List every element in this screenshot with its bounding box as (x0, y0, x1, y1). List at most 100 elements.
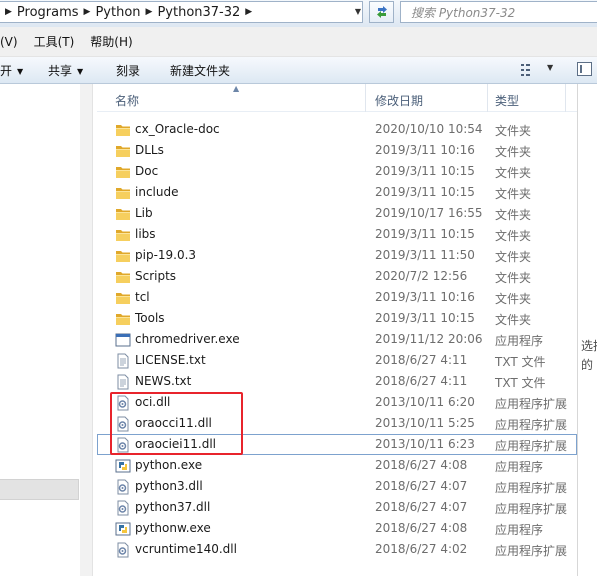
column-header-date[interactable]: 修改日期 (375, 92, 423, 109)
nav-scrollbar[interactable] (80, 84, 92, 576)
breadcrumb-separator-icon[interactable]: ▶ (240, 7, 257, 17)
file-row[interactable]: include 2019/3/11 10:15 文件夹 (97, 182, 577, 203)
exe-icon (115, 332, 131, 348)
folder-icon (115, 164, 131, 180)
file-row[interactable]: Tools 2019/3/11 10:15 文件夹 (97, 308, 577, 329)
folder-icon (115, 185, 131, 201)
file-modified-date: 2013/10/11 5:25 (375, 416, 475, 430)
breadcrumb-separator-icon[interactable]: ▶ (141, 7, 158, 17)
folder-icon (116, 272, 130, 283)
folder-icon (116, 188, 130, 199)
search-input[interactable]: 搜索 Python37-32 (400, 1, 597, 23)
file-row[interactable]: Scripts 2020/7/2 12:56 文件夹 (97, 266, 577, 287)
new-folder-button[interactable]: 新建文件夹 (170, 62, 230, 79)
file-modified-date: 2018/6/27 4:02 (375, 542, 468, 556)
menu-tools[interactable]: 工具(T) (34, 33, 75, 50)
file-modified-date: 2013/10/11 6:23 (375, 437, 475, 451)
text-file-icon (115, 374, 131, 390)
file-row[interactable]: LICENSE.txt 2018/6/27 4:11 TXT 文件 (97, 350, 577, 371)
share-button-label: 共享 (48, 64, 73, 78)
file-row[interactable]: pip-19.0.3 2019/3/11 11:50 文件夹 (97, 245, 577, 266)
address-history-dropdown[interactable]: ▼ (349, 1, 367, 21)
breadcrumb-programs[interactable]: Programs (17, 5, 79, 20)
file-row[interactable]: NEWS.txt 2018/6/27 4:11 TXT 文件 (97, 371, 577, 392)
file-name: Scripts (135, 269, 177, 283)
file-type: 应用程序扩展 (495, 397, 568, 411)
file-type: 应用程序扩展 (495, 418, 568, 432)
open-button[interactable]: 开 ▼ (0, 62, 23, 79)
folder-icon (115, 122, 131, 138)
navigation-pane[interactable] (0, 84, 93, 576)
file-row[interactable]: cx_Oracle-doc 2020/10/10 10:54 文件夹 (97, 119, 577, 140)
file-row[interactable]: python3.dll 2018/6/27 4:07 应用程序扩展 (97, 476, 577, 497)
share-button[interactable]: 共享 ▼ (48, 62, 83, 79)
python-icon (115, 521, 131, 537)
file-modified-date: 2018/6/27 4:08 (375, 521, 468, 535)
file-row[interactable]: pythonw.exe 2018/6/27 4:08 应用程序 (97, 518, 577, 539)
file-modified-date: 2018/6/27 4:07 (375, 500, 468, 514)
file-type: 文件夹 (495, 313, 532, 327)
file-type: 文件夹 (495, 124, 532, 138)
file-list: ▲ 名称 修改日期 类型 cx_Oracle-doc 2020/10/10 10:… (97, 84, 577, 576)
dll-icon (117, 542, 129, 558)
file-type: 文件夹 (495, 208, 532, 222)
file-modified-date: 2020/7/2 12:56 (375, 269, 468, 283)
file-name: NEWS.txt (135, 374, 192, 388)
file-row[interactable]: chromedriver.exe 2019/11/12 20:06 应用程序 (97, 329, 577, 350)
folder-icon (115, 290, 131, 306)
dll-icon (117, 479, 129, 495)
column-divider[interactable] (565, 84, 566, 112)
file-row[interactable]: DLLs 2019/3/11 10:16 文件夹 (97, 140, 577, 161)
chevron-down-icon: ▼ (354, 6, 362, 16)
file-row[interactable]: tcl 2019/3/11 10:16 文件夹 (97, 287, 577, 308)
python-icon (115, 522, 131, 536)
folder-icon (115, 206, 131, 222)
column-divider[interactable] (487, 84, 488, 112)
column-divider[interactable] (365, 84, 366, 112)
file-type: 应用程序扩展 (495, 439, 568, 453)
file-row[interactable]: Doc 2019/3/11 10:15 文件夹 (97, 161, 577, 182)
file-modified-date: 2020/10/10 10:54 (375, 122, 483, 136)
breadcrumb-separator-icon[interactable]: ▶ (79, 7, 96, 17)
view-options-icon[interactable] (521, 64, 539, 76)
file-row[interactable]: Lib 2019/10/17 16:55 文件夹 (97, 203, 577, 224)
file-modified-date: 2019/3/11 10:15 (375, 227, 475, 241)
breadcrumb-python[interactable]: Python (95, 5, 140, 20)
folder-icon (116, 125, 130, 136)
breadcrumb-separator-icon[interactable]: ▶ (0, 7, 17, 17)
file-type: 应用程序扩展 (495, 544, 568, 558)
column-header-name[interactable]: 名称 (115, 92, 139, 109)
file-type: 文件夹 (495, 292, 532, 306)
chevron-down-icon[interactable]: ▼ (547, 63, 553, 72)
preview-pane-icon[interactable] (577, 62, 592, 76)
file-row[interactable]: python.exe 2018/6/27 4:08 应用程序 (97, 455, 577, 476)
file-row[interactable]: python37.dll 2018/6/27 4:07 应用程序扩展 (97, 497, 577, 518)
folder-icon (115, 143, 131, 159)
file-name: python.exe (135, 458, 203, 472)
nav-selected-item[interactable] (0, 479, 79, 500)
menu-view[interactable]: (V) (0, 35, 18, 49)
breadcrumb[interactable]: ▶ Programs ▶ Python ▶ Python37-32 ▶ (0, 1, 363, 23)
file-row[interactable]: vcruntime140.dll 2018/6/27 4:02 应用程序扩展 (97, 539, 577, 560)
refresh-button[interactable] (369, 1, 394, 23)
chevron-down-icon: ▼ (17, 67, 24, 76)
file-row[interactable]: libs 2019/3/11 10:15 文件夹 (97, 224, 577, 245)
folder-icon (116, 293, 130, 304)
python-icon (115, 459, 131, 473)
menu-help[interactable]: 帮助(H) (90, 33, 132, 50)
column-headers: ▲ 名称 修改日期 类型 (97, 84, 577, 112)
file-type: 应用程序 (495, 523, 544, 537)
menu-bar: (V) 工具(T) 帮助(H) (0, 27, 597, 57)
folder-icon (116, 146, 130, 157)
file-name: LICENSE.txt (135, 353, 206, 367)
folder-icon (116, 251, 130, 262)
sort-ascending-icon: ▲ (233, 84, 240, 93)
folder-icon (115, 311, 131, 327)
folder-icon (116, 167, 130, 178)
burn-button[interactable]: 刻录 (116, 62, 140, 79)
file-modified-date: 2019/3/11 10:15 (375, 164, 475, 178)
column-header-type[interactable]: 类型 (495, 92, 519, 109)
refresh-icon (376, 6, 387, 18)
breadcrumb-python37-32[interactable]: Python37-32 (157, 5, 240, 20)
exe-icon (115, 333, 131, 347)
